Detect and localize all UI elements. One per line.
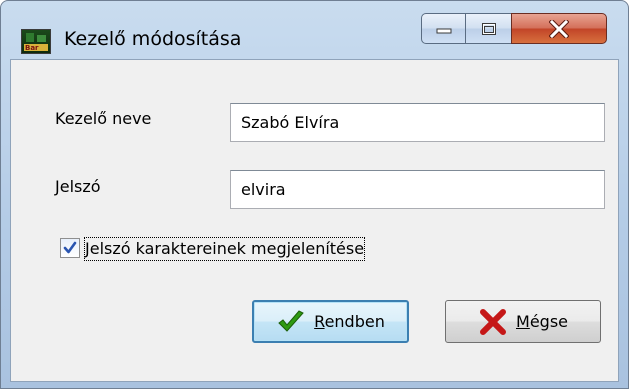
ok-button-label: Rendben bbox=[314, 312, 385, 331]
close-icon bbox=[549, 19, 569, 38]
password-label: Jelszó bbox=[55, 177, 101, 196]
minimize-button[interactable] bbox=[421, 13, 466, 44]
cancel-button[interactable]: Mégse bbox=[445, 300, 601, 343]
dialog-body: Kezelő neve Szabó Elvíra Jelszó elvira J… bbox=[10, 59, 619, 382]
maximize-icon bbox=[481, 22, 496, 35]
title-bar[interactable]: Bar Kezelő módosítása bbox=[1, 1, 628, 59]
app-icon[interactable]: Bar bbox=[21, 29, 51, 54]
show-password-label: Jelszó karaktereinek megjelenítése bbox=[84, 237, 366, 261]
window-title: Kezelő módosítása bbox=[64, 28, 242, 50]
checkmark-icon bbox=[278, 309, 304, 332]
close-button[interactable] bbox=[511, 13, 607, 44]
operator-name-label: Kezelő neve bbox=[55, 109, 152, 128]
minimize-icon bbox=[436, 28, 451, 33]
ok-button[interactable]: Rendben bbox=[252, 300, 409, 343]
operator-name-input[interactable]: Szabó Elvíra bbox=[230, 103, 605, 142]
password-input[interactable]: elvira bbox=[230, 170, 605, 209]
svg-text:Bar: Bar bbox=[25, 44, 39, 52]
show-password-checkbox[interactable] bbox=[60, 238, 80, 258]
maximize-button[interactable] bbox=[465, 13, 512, 44]
cancel-button-label: Mégse bbox=[516, 312, 568, 331]
checkmark-small-icon bbox=[63, 241, 77, 254]
x-icon bbox=[480, 308, 506, 335]
dialog-window: Bar Kezelő módosítása Kezelő neve Szabó … bbox=[0, 0, 629, 389]
